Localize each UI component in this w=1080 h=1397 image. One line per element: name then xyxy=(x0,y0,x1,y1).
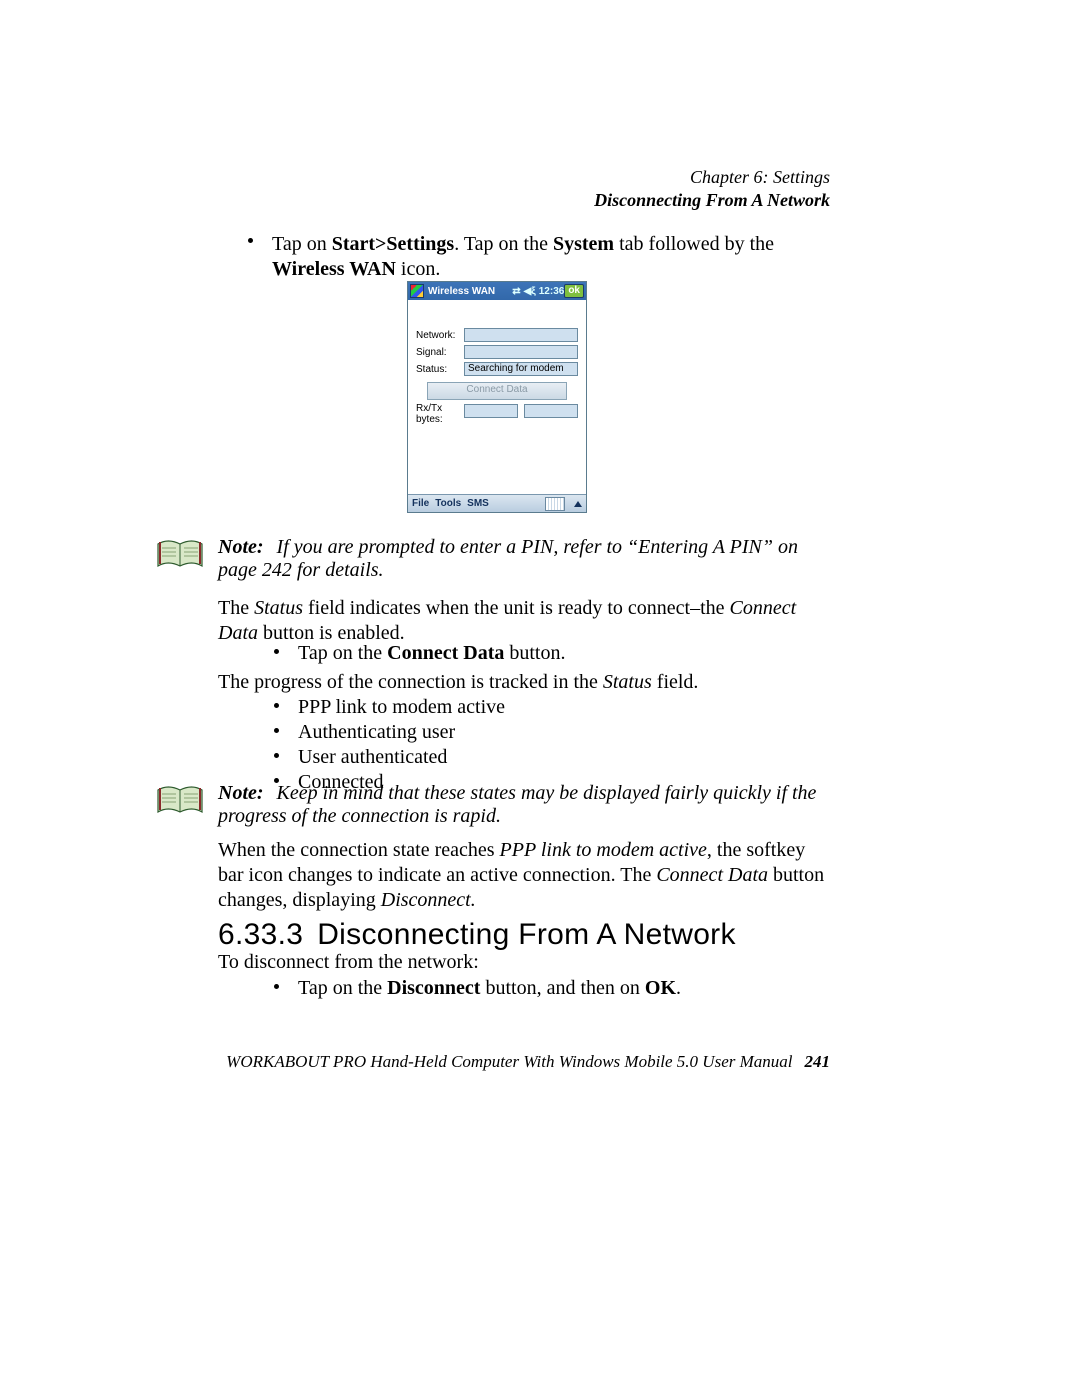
ui-term: Wireless WAN xyxy=(272,258,396,280)
pda-title: Wireless WAN xyxy=(428,286,495,297)
footer-page-number: 241 xyxy=(805,1052,831,1071)
chapter-label: Chapter 6: Settings xyxy=(594,166,830,189)
note-book-icon xyxy=(156,536,206,574)
note-body: If you are prompted to enter a PIN, refe… xyxy=(218,536,798,581)
pda-network-field xyxy=(464,328,578,342)
ui-term: OK xyxy=(645,977,676,999)
list-item: User authenticated xyxy=(218,745,833,770)
text-fragment: Tap on the xyxy=(298,977,387,999)
bullet-icon xyxy=(274,703,279,708)
text-fragment: icon. xyxy=(396,258,440,280)
pda-body: Network: Signal: Status: Searching for m… xyxy=(408,300,586,429)
state-text: PPP link to modem active xyxy=(298,696,505,718)
instruction-step: Tap on Start>Settings. Tap on the System… xyxy=(218,232,833,282)
list-item: Authenticating user xyxy=(218,720,833,745)
note-body: Keep in mind that these states may be di… xyxy=(218,782,816,827)
text-fragment: button. xyxy=(504,642,565,664)
ui-term: PPP link to modem active xyxy=(500,839,707,861)
list-item: PPP link to modem active xyxy=(218,695,833,720)
footer-manual-title: WORKABOUT PRO Hand-Held Computer With Wi… xyxy=(226,1052,792,1071)
text-fragment: Tap on the xyxy=(298,642,387,664)
text-fragment: . xyxy=(676,977,681,999)
text-fragment: The progress of the connection is tracke… xyxy=(218,671,603,693)
pda-menu-tools: Tools xyxy=(435,498,461,509)
ui-term: Disconnect. xyxy=(381,889,476,911)
pda-ok-button: ok xyxy=(564,284,584,298)
text-fragment: field indicates when the unit is ready t… xyxy=(303,597,730,619)
section-heading: 6.33.3 Disconnecting From A Network xyxy=(218,916,833,954)
pda-tx-field xyxy=(524,404,578,418)
paragraph: The Status field indicates when the unit… xyxy=(218,596,833,646)
running-header: Chapter 6: Settings Disconnecting From A… xyxy=(594,166,830,211)
ui-term: Status xyxy=(603,671,652,693)
pda-menubar: File Tools SMS xyxy=(408,494,586,512)
note-block: Note: Keep in mind that these states may… xyxy=(218,782,836,828)
note-label: Note: xyxy=(218,536,264,558)
pda-signal-label: Signal: xyxy=(416,347,464,358)
instruction-substep: Tap on the Connect Data button. xyxy=(218,641,833,666)
section-label: Disconnecting From A Network xyxy=(594,189,830,212)
sync-icon: ⇄ xyxy=(512,286,520,297)
keyboard-icon xyxy=(545,497,565,511)
bullet-icon xyxy=(248,238,253,243)
pda-status-label: Status: xyxy=(416,364,464,375)
ui-term: Disconnect xyxy=(387,977,480,999)
note-book-icon xyxy=(156,782,206,820)
bullet-icon xyxy=(274,728,279,733)
page-footer: WORKABOUT PRO Hand-Held Computer With Wi… xyxy=(226,1052,830,1072)
section-title: Disconnecting From A Network xyxy=(317,918,736,951)
ui-term: Connect Data xyxy=(656,864,768,886)
state-text: Authenticating user xyxy=(298,721,455,743)
start-flag-icon xyxy=(410,284,424,298)
ui-term: System xyxy=(553,233,614,255)
menu-up-icon xyxy=(574,501,582,507)
pda-rxtx-label-2: bytes: xyxy=(416,415,464,426)
text-fragment: Tap on xyxy=(272,233,332,255)
pda-titlebar: Wireless WAN ⇄ ◀ξ 12:36 ok xyxy=(408,282,586,300)
bullet-icon xyxy=(274,984,279,989)
instruction-substep: Tap on the Disconnect button, and then o… xyxy=(218,976,833,1001)
pda-menu-sms: SMS xyxy=(467,498,489,509)
bullet-icon xyxy=(274,649,279,654)
state-text: User authenticated xyxy=(298,746,447,768)
note-label: Note: xyxy=(218,782,264,804)
section-number: 6.33.3 xyxy=(218,918,303,951)
ui-term: Connect Data xyxy=(387,642,504,664)
paragraph: When the connection state reaches PPP li… xyxy=(218,838,833,913)
text-fragment: When the connection state reaches xyxy=(218,839,500,861)
text-fragment: The xyxy=(218,597,254,619)
pda-status-field: Searching for modem xyxy=(464,362,578,376)
pda-menu-file: File xyxy=(412,498,429,509)
text-fragment: button, and then on xyxy=(480,977,644,999)
ui-path: Start>Settings xyxy=(332,233,455,255)
pda-network-label: Network: xyxy=(416,330,464,341)
pda-signal-field xyxy=(464,345,578,359)
pda-rxtx-label-1: Rx/Tx xyxy=(416,404,464,415)
note-block: Note: If you are prompted to enter a PIN… xyxy=(218,536,836,582)
pda-connect-button: Connect Data xyxy=(427,382,567,400)
text-fragment: field. xyxy=(652,671,699,693)
paragraph: To disconnect from the network: xyxy=(218,950,833,975)
pda-rx-field xyxy=(464,404,518,418)
text-fragment: . Tap on the xyxy=(454,233,553,255)
ui-term: Status xyxy=(254,597,303,619)
paragraph: The progress of the connection is tracke… xyxy=(218,670,833,695)
speaker-icon: ◀ξ xyxy=(524,286,536,297)
pda-screenshot: Wireless WAN ⇄ ◀ξ 12:36 ok Network: Sign… xyxy=(407,281,587,513)
pda-clock: 12:36 xyxy=(539,286,565,297)
pda-status-icons: ⇄ ◀ξ 12:36 xyxy=(512,286,564,297)
text-fragment: tab followed by the xyxy=(614,233,774,255)
bullet-icon xyxy=(274,753,279,758)
